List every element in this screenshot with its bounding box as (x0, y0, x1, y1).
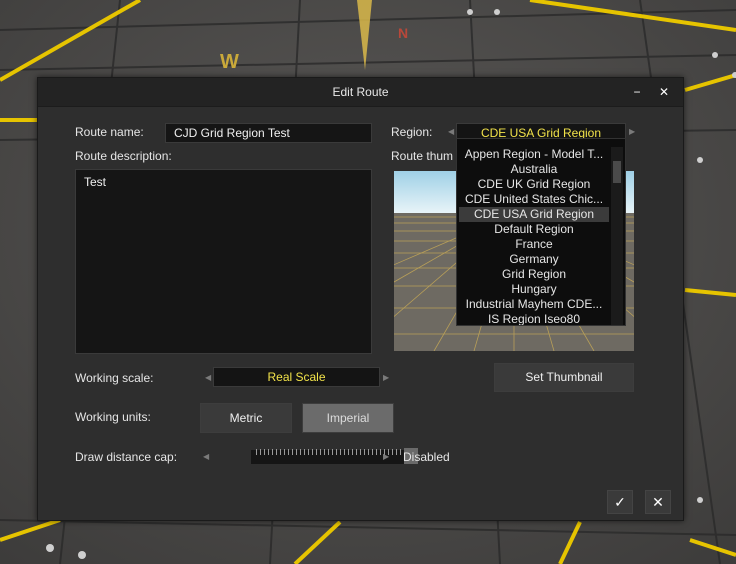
region-label: Region: (391, 125, 433, 139)
cancel-close-icon[interactable]: ✕ (645, 490, 671, 514)
dialog-title: Edit Route (332, 85, 389, 99)
dropdown-item-selected[interactable]: CDE USA Grid Region (459, 207, 609, 222)
scale-arrow-left-icon[interactable]: ◀ (205, 373, 211, 382)
route-thumbnail-label: Route thum (391, 149, 454, 163)
dialog-titlebar[interactable]: Edit Route − ✕ (38, 78, 683, 107)
dropdown-item[interactable]: France (459, 237, 609, 252)
region-dropdown-list[interactable]: Appen Region - Model T... Australia CDE … (456, 138, 626, 326)
route-description-textarea[interactable]: Test (75, 169, 372, 354)
scale-arrow-right-icon[interactable]: ▶ (383, 373, 389, 382)
dropdown-item[interactable]: Australia (459, 162, 609, 177)
dropdown-item[interactable]: Hungary (459, 282, 609, 297)
minimize-icon[interactable]: − (628, 83, 646, 101)
set-thumbnail-button[interactable]: Set Thumbnail (494, 363, 634, 392)
working-scale-label: Working scale: (75, 371, 154, 385)
dropdown-item[interactable]: Grid Region (459, 267, 609, 282)
slider-arrow-left-icon[interactable]: ◀ (203, 452, 209, 461)
draw-distance-label: Draw distance cap: (75, 450, 178, 464)
metric-button[interactable]: Metric (200, 403, 292, 433)
slider-arrow-right-icon[interactable]: ▶ (383, 452, 389, 461)
route-description-label: Route description: (75, 149, 172, 163)
draw-distance-value: Disabled (403, 450, 450, 464)
ok-checkmark-icon[interactable]: ✓ (607, 490, 633, 514)
imperial-button[interactable]: Imperial (302, 403, 394, 433)
dropdown-item[interactable]: Industrial Mayhem CDE... (459, 297, 609, 312)
compass-letter-n: N (398, 25, 408, 41)
dropdown-item[interactable]: Default Region (459, 222, 609, 237)
compass-letter-w: W (220, 51, 239, 73)
dropdown-item[interactable]: Germany (459, 252, 609, 267)
dropdown-item[interactable]: IS Region Iseo80 (459, 312, 609, 325)
working-units-label: Working units: (75, 410, 151, 424)
edit-route-dialog: Edit Route − ✕ Route name: Route descrip… (37, 77, 684, 521)
close-icon[interactable]: ✕ (655, 83, 673, 101)
region-arrow-left-icon[interactable]: ◀ (448, 127, 454, 136)
working-scale-select[interactable]: Real Scale (213, 367, 380, 387)
region-arrow-right-icon[interactable]: ▶ (629, 127, 635, 136)
dropdown-scrollbar-thumb[interactable] (613, 161, 621, 183)
dropdown-item[interactable]: CDE UK Grid Region (459, 177, 609, 192)
dropdown-item[interactable]: CDE United States Chic... (459, 192, 609, 207)
route-name-input[interactable] (165, 123, 372, 143)
route-name-label: Route name: (75, 125, 144, 139)
dropdown-item[interactable]: Appen Region - Model T... (459, 147, 609, 162)
